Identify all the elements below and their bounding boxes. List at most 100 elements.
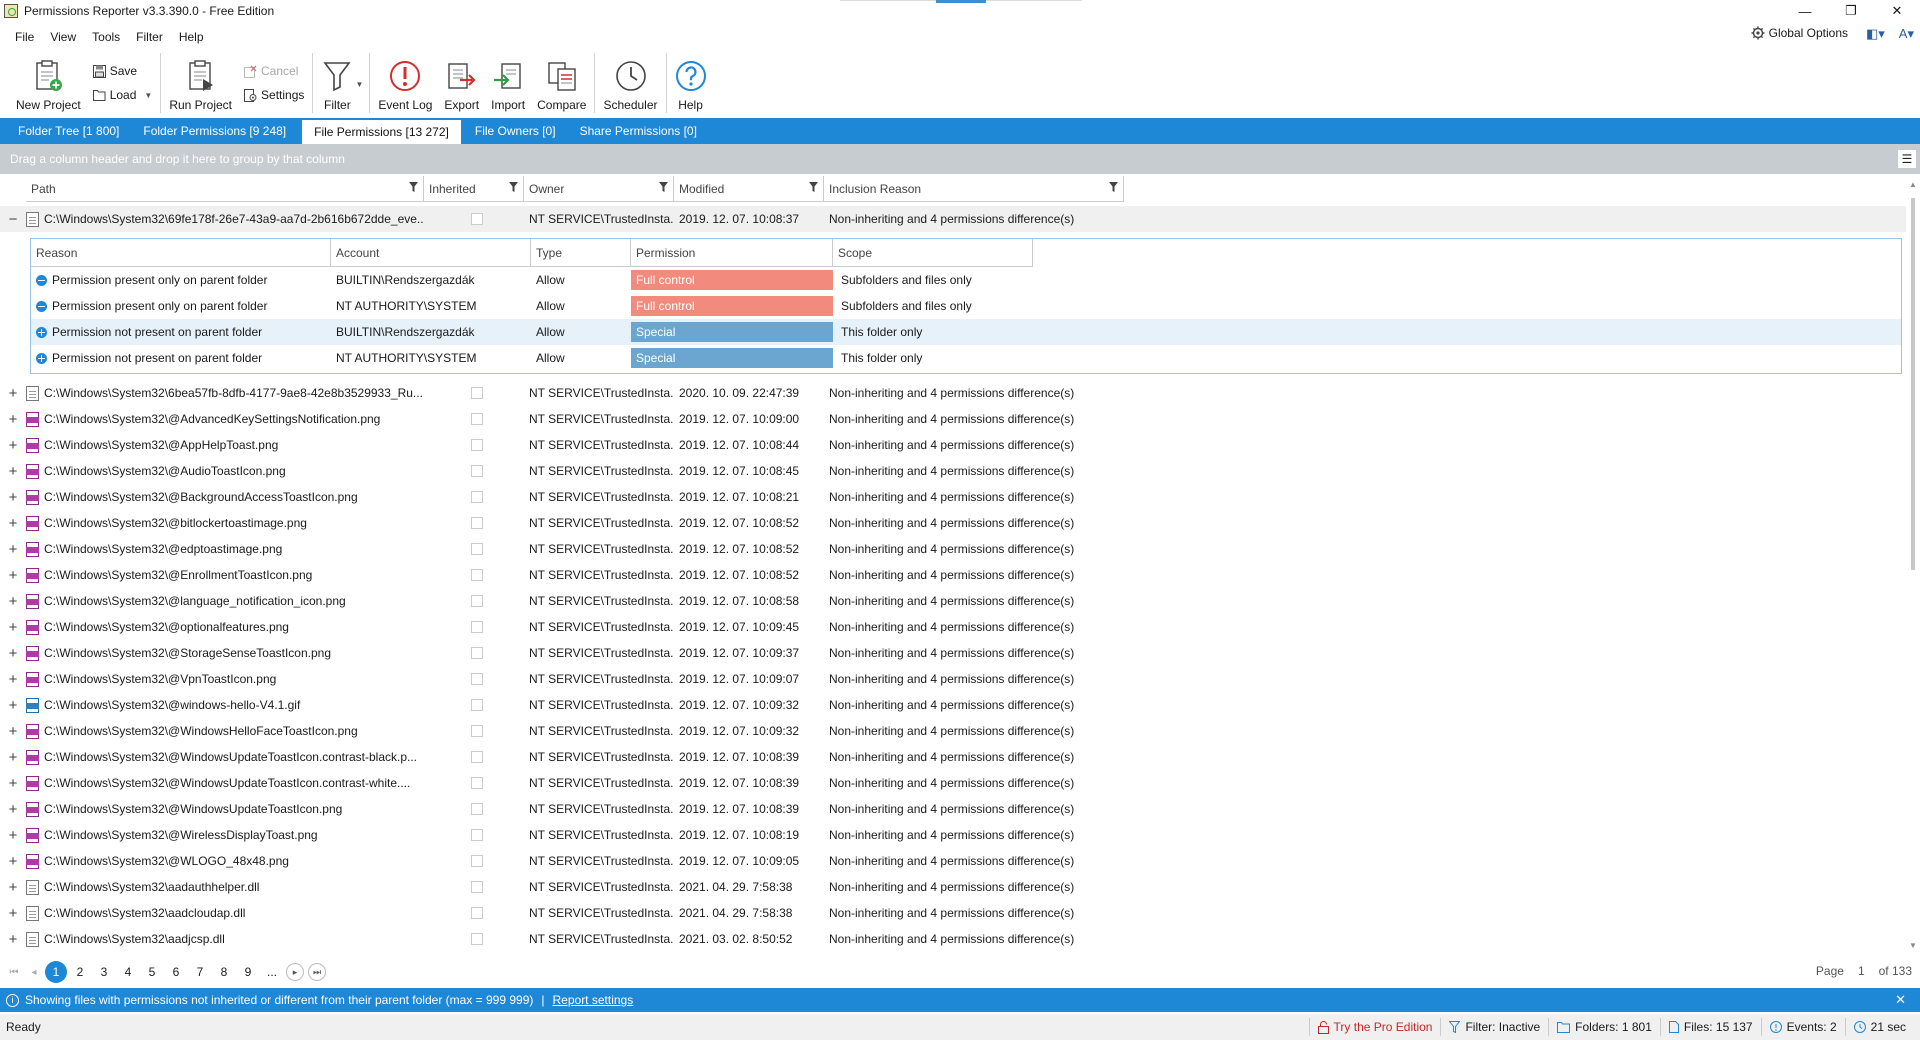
restore-button[interactable]: ❐ <box>1828 0 1874 22</box>
inherited-checkbox[interactable] <box>470 491 483 503</box>
inherited-checkbox[interactable] <box>470 725 483 737</box>
table-row[interactable]: + C:\Windows\System32\@VpnToastIcon.png NT… <box>0 666 1906 692</box>
page-1[interactable]: 1 <box>45 961 67 983</box>
table-row[interactable]: + C:\Windows\System32\@windows-hello-V4.1… <box>0 692 1906 718</box>
import-button[interactable]: Import <box>485 50 531 116</box>
menu-help[interactable]: Help <box>171 30 212 44</box>
table-row[interactable]: + C:\Windows\System32\@BackgroundAccessTo… <box>0 484 1906 510</box>
expand-icon[interactable]: + <box>0 853 26 870</box>
detail-column-reason[interactable]: Reason <box>31 239 331 267</box>
filter-icon[interactable] <box>509 182 518 192</box>
table-row[interactable]: + C:\Windows\System32\@WirelessDisplayToa… <box>0 822 1906 848</box>
inherited-checkbox[interactable] <box>470 777 483 789</box>
expand-icon[interactable]: + <box>0 541 26 558</box>
inherited-checkbox[interactable] <box>470 387 483 399</box>
table-row[interactable]: + C:\Windows\System32\@WindowsUpdateToast… <box>0 796 1906 822</box>
table-row[interactable]: + C:\Windows\System32\@WindowsUpdateToast… <box>0 744 1906 770</box>
table-row[interactable]: + C:\Windows\System32\@optionalfeatures.p… <box>0 614 1906 640</box>
table-row[interactable]: + C:\Windows\System32\@WindowsUpdateToast… <box>0 770 1906 796</box>
table-row[interactable]: + C:\Windows\System32\@EnrollmentToastIco… <box>0 562 1906 588</box>
table-row[interactable]: + C:\Windows\System32\@edptoastimage.png N… <box>0 536 1906 562</box>
inherited-checkbox[interactable] <box>470 465 483 477</box>
inherited-checkbox[interactable] <box>470 933 483 945</box>
close-icon[interactable]: ✕ <box>1895 992 1906 1008</box>
page-more[interactable]: ... <box>260 961 284 983</box>
expand-icon[interactable]: + <box>0 827 26 844</box>
column-header-owner[interactable]: Owner <box>524 176 674 202</box>
page-4[interactable]: 4 <box>116 961 140 983</box>
new-project-button[interactable]: New Project <box>10 50 87 116</box>
table-row[interactable]: + C:\Windows\System32\aadauthhelper.dll NT… <box>0 874 1906 900</box>
inherited-checkbox[interactable] <box>470 413 483 425</box>
global-options-button[interactable]: Global Options <box>1751 26 1848 40</box>
table-row-expanded[interactable]: − C:\Windows\System32\69fe178f-26e7-43a9… <box>0 206 1906 232</box>
inherited-checkbox[interactable] <box>470 907 483 919</box>
inherited-checkbox[interactable] <box>470 569 483 581</box>
save-button[interactable]: Save <box>92 64 153 78</box>
expand-icon[interactable]: + <box>0 385 26 402</box>
scrollbar-thumb[interactable] <box>1911 198 1915 570</box>
expand-icon[interactable]: + <box>0 515 26 532</box>
expand-icon[interactable]: + <box>0 489 26 506</box>
expand-icon[interactable]: + <box>0 723 26 740</box>
filter-icon[interactable] <box>809 182 818 192</box>
menu-filter[interactable]: Filter <box>128 30 171 44</box>
table-row[interactable]: + C:\Windows\System32\@WLOGO_48x48.png NT … <box>0 848 1906 874</box>
expand-icon[interactable]: + <box>0 619 26 636</box>
tab-share-permissions[interactable]: Share Permissions [0] <box>568 118 709 144</box>
try-pro-link[interactable]: Try the Pro Edition <box>1308 1018 1441 1036</box>
inherited-checkbox[interactable] <box>470 439 483 451</box>
events-count[interactable]: Events: 2 <box>1760 1018 1845 1036</box>
inherited-checkbox[interactable] <box>470 699 483 711</box>
tab-file-permissions[interactable]: File Permissions [13 272] <box>302 120 461 144</box>
detail-column-type[interactable]: Type <box>531 239 631 267</box>
expand-icon[interactable]: + <box>0 749 26 766</box>
filter-icon[interactable] <box>409 182 418 192</box>
scroll-up-icon[interactable]: ▲ <box>1909 180 1917 189</box>
menu-view[interactable]: View <box>42 30 84 44</box>
detail-row[interactable]: Permission present only on parent folder… <box>31 293 1901 319</box>
table-row[interactable]: + C:\Windows\System32\aadcloudap.dll NT SE… <box>0 900 1906 926</box>
table-row[interactable]: + C:\Windows\System32\@StorageSenseToastI… <box>0 640 1906 666</box>
expand-icon[interactable]: + <box>0 567 26 584</box>
expand-icon[interactable]: + <box>0 645 26 662</box>
expand-icon[interactable]: + <box>0 697 26 714</box>
expand-icon[interactable]: + <box>0 463 26 480</box>
column-header-inclusion-reason[interactable]: Inclusion Reason <box>824 176 1124 202</box>
collapse-icon[interactable]: − <box>0 211 26 228</box>
inherited-checkbox[interactable] <box>470 803 483 815</box>
inherited-checkbox[interactable] <box>470 751 483 763</box>
first-page-icon[interactable]: ⏮ <box>4 967 24 978</box>
page-3[interactable]: 3 <box>92 961 116 983</box>
inherited-checkbox[interactable] <box>470 213 483 225</box>
export-button[interactable]: Export <box>438 50 485 116</box>
close-window-button[interactable]: ✕ <box>1874 0 1920 22</box>
event-log-button[interactable]: Event Log <box>372 50 438 116</box>
expand-icon[interactable]: + <box>0 593 26 610</box>
expand-icon[interactable]: + <box>0 801 26 818</box>
table-row[interactable]: + C:\Windows\System32\@bitlockertoastimag… <box>0 510 1906 536</box>
table-row[interactable]: + C:\Windows\System32\@language_notificat… <box>0 588 1906 614</box>
filter-icon[interactable] <box>659 182 668 192</box>
tab-folder-permissions[interactable]: Folder Permissions [9 248] <box>131 118 298 144</box>
inherited-checkbox[interactable] <box>470 829 483 841</box>
inherited-checkbox[interactable] <box>470 855 483 867</box>
detail-row[interactable]: Permission not present on parent folder B… <box>31 319 1901 345</box>
table-row[interactable]: + C:\Windows\System32\@WindowsHelloFaceTo… <box>0 718 1906 744</box>
tab-file-owners[interactable]: File Owners [0] <box>463 118 568 144</box>
table-row[interactable]: + C:\Windows\System32\6bea57fb-8dfb-4177-… <box>0 380 1906 406</box>
report-settings-link[interactable]: Report settings <box>553 993 634 1007</box>
scroll-down-icon[interactable]: ▼ <box>1909 941 1917 950</box>
next-page-icon[interactable]: ▸ <box>286 963 304 981</box>
column-header-inherited[interactable]: Inherited <box>424 176 524 202</box>
detail-column-scope[interactable]: Scope <box>833 239 1033 267</box>
settings-button[interactable]: Settings <box>244 88 304 102</box>
page-8[interactable]: 8 <box>212 961 236 983</box>
font-size-icon[interactable]: A▾ <box>1899 26 1914 42</box>
inherited-checkbox[interactable] <box>470 673 483 685</box>
page-input[interactable]: 1 <box>1858 964 1865 978</box>
filter-button[interactable]: Filter ▼ <box>315 50 363 116</box>
prev-page-icon[interactable]: ◂ <box>24 967 44 978</box>
inherited-checkbox[interactable] <box>470 517 483 529</box>
column-header-modified[interactable]: Modified <box>674 176 824 202</box>
